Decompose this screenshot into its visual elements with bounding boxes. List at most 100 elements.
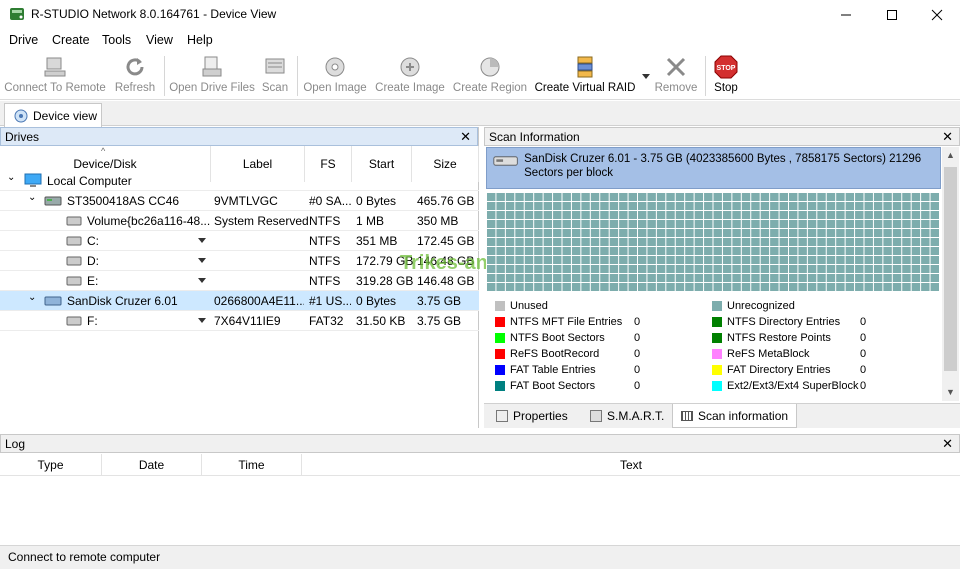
legend-label: Ext2/Ext3/Ext4 SuperBlock <box>727 380 859 392</box>
dropdown-arrow-icon[interactable] <box>198 278 206 283</box>
tab-device-view[interactable]: Device view <box>4 103 102 127</box>
stop-button[interactable]: STOP Stop <box>710 55 742 99</box>
column-type[interactable]: Type <box>0 454 102 476</box>
menu-tools[interactable]: Tools <box>102 33 131 47</box>
legend-label: NTFS Directory Entries <box>727 316 841 328</box>
toolbar-separator <box>164 56 165 96</box>
minimize-icon <box>841 14 851 16</box>
log-header-row: Type Date Time Text <box>0 454 960 476</box>
scroll-up-icon[interactable]: ▲ <box>946 150 955 160</box>
close-button[interactable] <box>914 0 960 30</box>
menu-view[interactable]: View <box>146 33 173 47</box>
remove-button[interactable]: Remove <box>654 55 698 99</box>
column-time[interactable]: Time <box>202 454 302 476</box>
scan-panel-header: Scan Information ✕ <box>484 127 960 146</box>
tree-row-volume[interactable]: C: NTFS 351 MB 172.45 GB <box>0 231 479 251</box>
scroll-down-icon[interactable]: ▼ <box>946 387 955 397</box>
drive-files-icon <box>202 56 222 77</box>
legend-color-swatch <box>712 349 722 359</box>
computer-icon <box>44 57 66 77</box>
legend-item: NTFS Boot Sectors <box>495 332 605 344</box>
column-date[interactable]: Date <box>102 454 202 476</box>
close-icon[interactable]: ✕ <box>942 129 953 145</box>
refresh-icon <box>126 58 144 76</box>
tab-properties[interactable]: Properties <box>488 404 576 428</box>
legend-color-swatch <box>495 349 505 359</box>
scan-info-icon <box>681 410 693 421</box>
menu-drive[interactable]: Drive <box>9 33 38 47</box>
refresh-button[interactable]: Refresh <box>112 55 158 99</box>
usb-disk-icon <box>44 296 62 306</box>
partition-icon <box>66 276 82 286</box>
legend-item: ReFS BootRecord <box>495 348 599 360</box>
legend-count: 0 <box>860 332 867 344</box>
menu-create[interactable]: Create <box>52 33 90 47</box>
remove-icon <box>666 57 686 77</box>
legend-item: FAT Boot Sectors <box>495 380 595 392</box>
scan-block-map <box>486 192 940 291</box>
menu-help[interactable]: Help <box>187 33 213 47</box>
expand-chevron-icon[interactable]: ⌄ <box>7 172 15 183</box>
tree-row-disk[interactable]: ⌄ ST3500418AS CC46 9VMTLVGC #0 SA... 0 B… <box>0 191 479 211</box>
raid-dropdown-arrow-icon[interactable] <box>642 74 650 79</box>
legend-label: ReFS MetaBlock <box>727 348 810 360</box>
tree-row-usb-disk-selected[interactable]: ⌄ SanDisk Cruzer 6.01 0266800A4E11... #1… <box>0 291 479 311</box>
scan-information-panel: Scan Information ✕ SanDisk Cruzer 6.01 -… <box>484 127 960 428</box>
legend-item: Unused <box>495 300 548 312</box>
tab-scan-information[interactable]: Scan information <box>672 404 798 428</box>
device-view-icon <box>14 109 28 122</box>
legend-color-swatch <box>712 381 722 391</box>
connect-to-remote-button[interactable]: Connect To Remote <box>4 55 106 99</box>
close-icon[interactable]: ✕ <box>460 129 471 145</box>
partition-icon <box>66 256 82 266</box>
scan-button[interactable]: Scan <box>258 55 292 99</box>
toolbar: Connect To Remote Refresh Open Drive Fil… <box>0 51 960 100</box>
sort-arrow-icon: ^ <box>101 146 106 156</box>
maximize-button[interactable] <box>869 0 915 30</box>
minimize-button[interactable] <box>823 0 869 30</box>
vertical-scrollbar[interactable]: ▲ ▼ <box>942 147 959 401</box>
tree-row-local-computer[interactable]: ⌄ Local Computer <box>0 171 479 191</box>
legend-label: FAT Directory Entries <box>727 364 831 376</box>
legend-color-swatch <box>712 301 722 311</box>
create-image-icon <box>400 57 420 77</box>
scrollbar-thumb[interactable] <box>944 167 957 371</box>
title-bar: R-STUDIO Network 8.0.164761 - Device Vie… <box>0 0 960 30</box>
expand-chevron-icon[interactable]: ⌄ <box>28 192 36 203</box>
dropdown-arrow-icon[interactable] <box>198 238 206 243</box>
legend-count: 0 <box>634 348 641 360</box>
create-image-button[interactable]: Create Image <box>374 55 446 99</box>
legend-label: ReFS BootRecord <box>510 348 600 360</box>
stop-icon: STOP <box>714 55 738 79</box>
close-icon[interactable]: ✕ <box>942 436 953 452</box>
create-region-button[interactable]: Create Region <box>453 55 527 99</box>
legend-item: NTFS Restore Points <box>712 332 831 344</box>
open-drive-files-button[interactable]: Open Drive Files <box>169 55 255 99</box>
log-panel: Log ✕ Type Date Time Text <box>0 434 960 540</box>
legend-item: Unrecognized <box>712 300 795 312</box>
create-region-icon <box>480 57 500 77</box>
tree-row-volume[interactable]: Volume{bc26a116-48... System Reserved NT… <box>0 211 479 231</box>
dropdown-arrow-icon[interactable] <box>198 318 206 323</box>
expand-chevron-icon[interactable]: ⌄ <box>28 292 36 303</box>
legend-color-swatch <box>495 317 505 327</box>
status-text: Connect to remote computer <box>8 550 161 564</box>
dropdown-arrow-icon[interactable] <box>198 258 206 263</box>
view-tab-strip <box>0 101 960 126</box>
column-text[interactable]: Text <box>302 454 960 476</box>
tree-row-volume[interactable]: F: 7X64V11IE9 FAT32 31.50 KB 3.75 GB <box>0 311 479 331</box>
legend-label: NTFS Boot Sectors <box>510 332 605 344</box>
open-image-button[interactable]: Open Image <box>302 55 368 99</box>
legend-count: 0 <box>634 316 641 328</box>
tab-smart[interactable]: S.M.A.R.T. <box>582 404 672 428</box>
legend-item: NTFS Directory Entries <box>712 316 840 328</box>
scan-icon <box>265 58 285 74</box>
create-virtual-raid-button[interactable]: Create Virtual RAID <box>535 55 635 99</box>
selected-device-info: SanDisk Cruzer 6.01 - 3.75 GB (402338560… <box>486 147 941 189</box>
legend-color-swatch <box>495 301 505 311</box>
legend-color-swatch <box>495 365 505 375</box>
legend-color-swatch <box>712 317 722 327</box>
legend-count: 0 <box>634 332 641 344</box>
legend-count: 0 <box>860 380 867 392</box>
menu-bar: Drive Create Tools View Help <box>0 30 960 50</box>
